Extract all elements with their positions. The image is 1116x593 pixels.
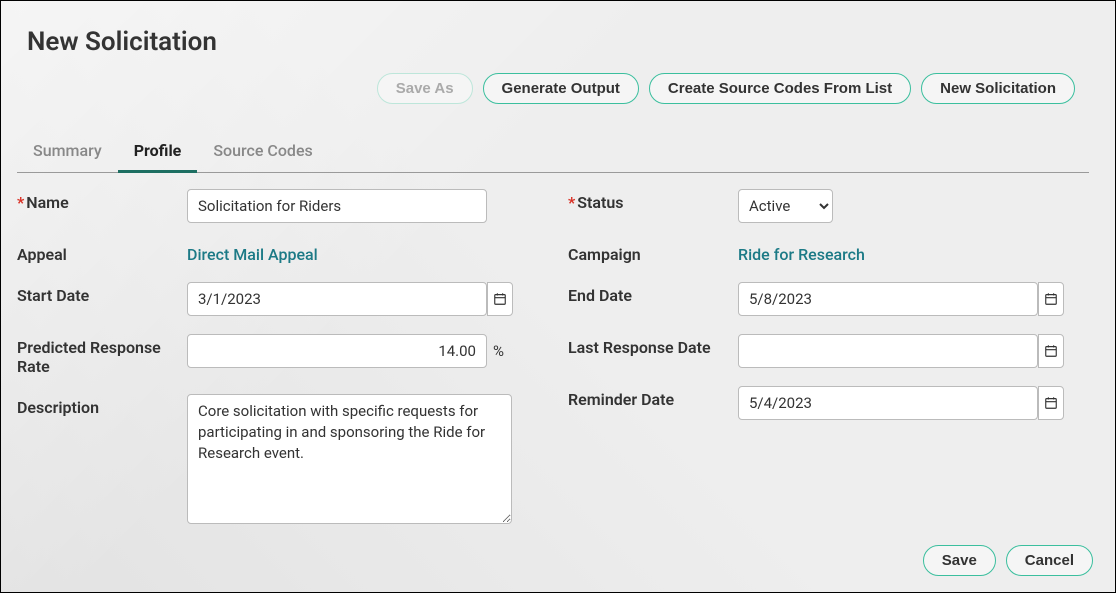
create-source-codes-button[interactable]: Create Source Codes From List: [649, 73, 911, 104]
reminder-date-label: Reminder Date: [568, 386, 738, 409]
form-area: Name Appeal Direct Mail Appeal Start Dat…: [17, 189, 1089, 546]
last-response-date-picker-button[interactable]: [1038, 334, 1064, 368]
appeal-label: Appeal: [17, 241, 187, 264]
campaign-link[interactable]: Ride for Research: [738, 241, 865, 264]
predicted-response-rate-label: Predicted Response Rate: [17, 334, 187, 376]
calendar-icon: [1044, 292, 1058, 306]
start-date-picker-button[interactable]: [487, 282, 513, 316]
tabs: Summary Profile Source Codes: [17, 133, 1089, 173]
start-date-label: Start Date: [17, 282, 187, 305]
footer-buttons: Save Cancel: [923, 545, 1093, 576]
description-label: Description: [17, 394, 187, 417]
generate-output-button[interactable]: Generate Output: [483, 73, 639, 104]
status-select[interactable]: Active: [738, 189, 833, 223]
end-date-picker-button[interactable]: [1038, 282, 1064, 316]
tab-summary[interactable]: Summary: [17, 133, 118, 172]
end-date-label: End Date: [568, 282, 738, 305]
toolbar: Save As Generate Output Create Source Co…: [377, 73, 1075, 104]
dialog-window: New Solicitation Save As Generate Output…: [0, 0, 1116, 593]
appeal-link[interactable]: Direct Mail Appeal: [187, 241, 318, 264]
page-title: New Solicitation: [27, 27, 217, 57]
reminder-date-input[interactable]: [738, 386, 1038, 420]
calendar-icon: [1044, 396, 1058, 410]
percent-suffix: %: [493, 342, 504, 360]
calendar-icon: [493, 292, 507, 306]
campaign-label: Campaign: [568, 241, 738, 264]
last-response-date-label: Last Response Date: [568, 334, 738, 357]
save-button[interactable]: Save: [923, 545, 996, 576]
tab-profile[interactable]: Profile: [118, 133, 198, 173]
save-as-button[interactable]: Save As: [377, 73, 473, 104]
new-solicitation-button[interactable]: New Solicitation: [921, 73, 1075, 104]
tab-source-codes[interactable]: Source Codes: [197, 133, 328, 172]
end-date-input[interactable]: [738, 282, 1038, 316]
cancel-button[interactable]: Cancel: [1006, 545, 1093, 576]
predicted-response-rate-input[interactable]: [187, 334, 487, 368]
description-textarea[interactable]: [187, 394, 512, 524]
form-right-column: Status Active Campaign Ride for Research…: [568, 189, 1089, 546]
calendar-icon: [1044, 344, 1058, 358]
name-input[interactable]: [187, 189, 487, 223]
form-left-column: Name Appeal Direct Mail Appeal Start Dat…: [17, 189, 538, 546]
status-label: Status: [568, 189, 738, 212]
start-date-input[interactable]: [187, 282, 487, 316]
last-response-date-input[interactable]: [738, 334, 1038, 368]
reminder-date-picker-button[interactable]: [1038, 386, 1064, 420]
name-label: Name: [17, 189, 187, 212]
